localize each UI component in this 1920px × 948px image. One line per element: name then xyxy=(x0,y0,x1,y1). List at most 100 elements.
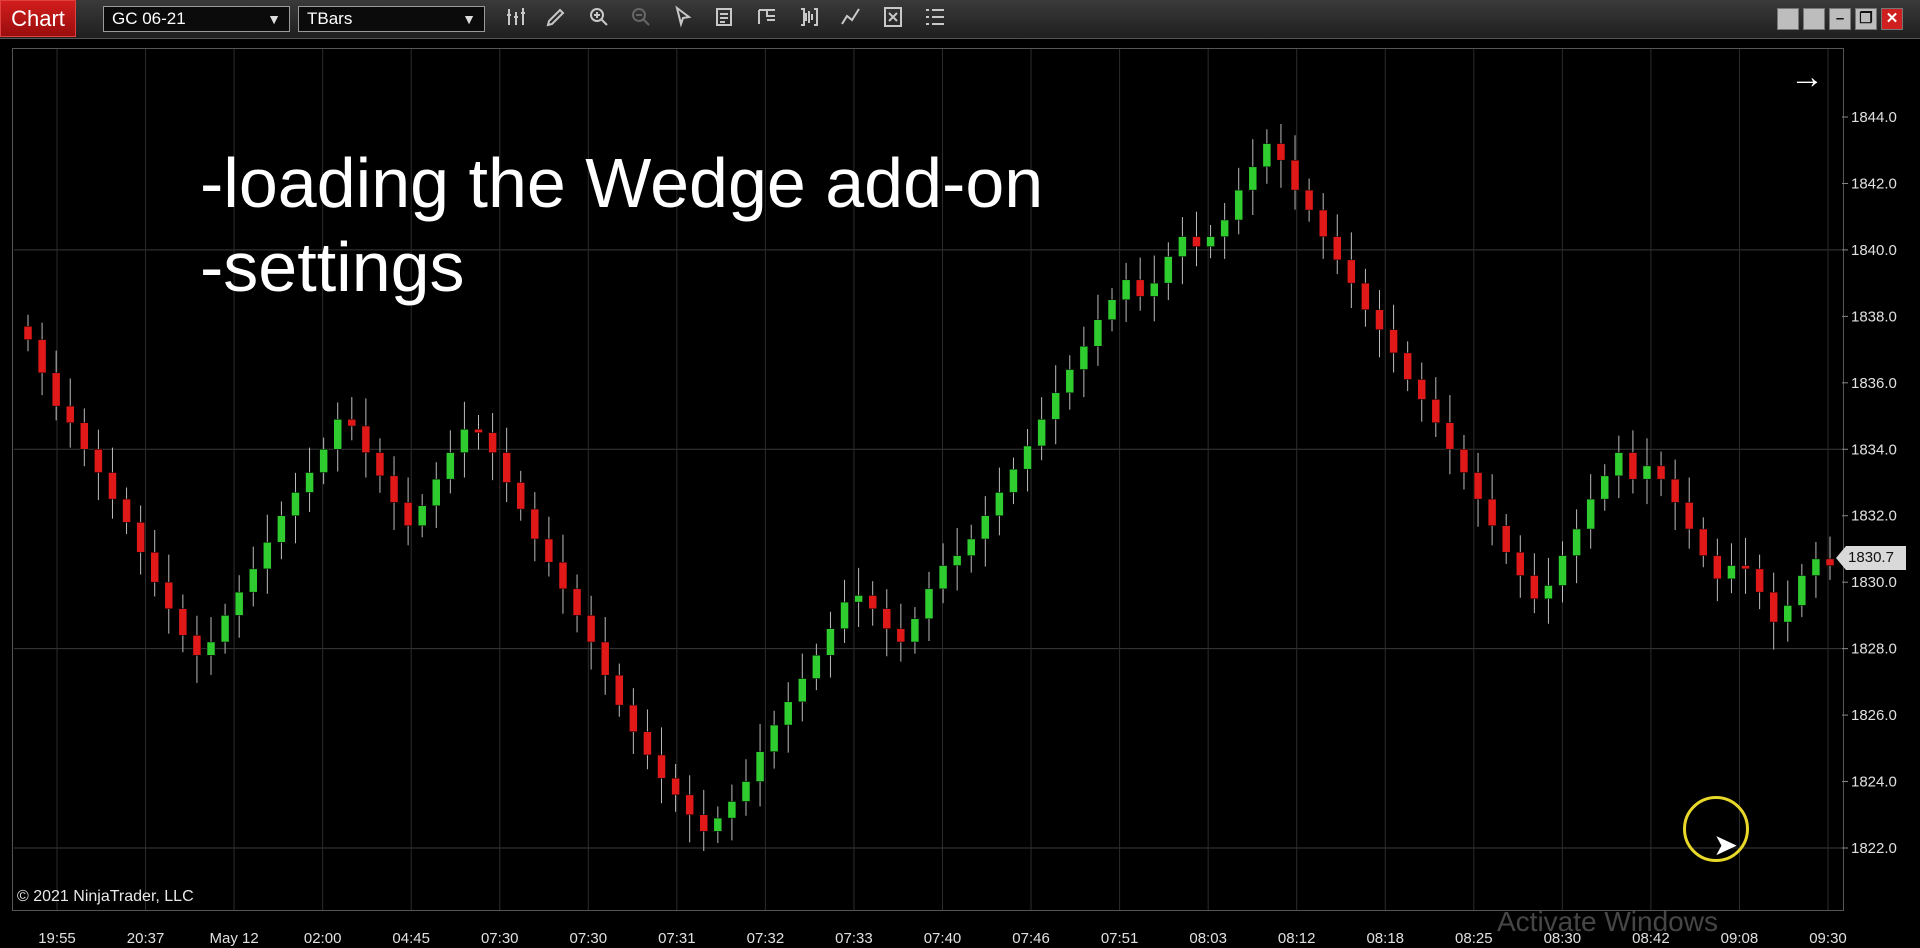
candle xyxy=(854,567,863,628)
x-tick-label: 07:33 xyxy=(835,930,873,947)
candle xyxy=(1150,255,1159,322)
candle xyxy=(389,456,399,531)
candle-body xyxy=(1445,422,1455,450)
candle-body xyxy=(474,429,483,433)
candle xyxy=(375,438,385,493)
candle-body xyxy=(727,801,737,819)
candle xyxy=(755,724,765,807)
candle xyxy=(1023,429,1032,492)
arrow-right-icon[interactable]: → xyxy=(1790,58,1824,97)
candle-body xyxy=(629,704,638,732)
y-tick-label: 1838.0 xyxy=(1851,308,1897,325)
candle xyxy=(671,763,680,812)
y-tick-label: 1836.0 xyxy=(1851,375,1897,392)
candle xyxy=(952,528,962,591)
candle xyxy=(643,709,652,770)
candle-body xyxy=(699,814,708,832)
candle xyxy=(319,437,328,485)
candle xyxy=(1403,341,1412,392)
candle-body xyxy=(798,678,807,703)
candle xyxy=(1769,572,1778,650)
candle xyxy=(1304,178,1314,222)
candle-body xyxy=(1361,282,1370,310)
candle-body xyxy=(755,751,765,782)
candle-body xyxy=(94,449,103,473)
x-tick-label: 20:37 xyxy=(127,930,165,947)
candle xyxy=(798,653,807,722)
candle-body xyxy=(1262,143,1272,168)
candle xyxy=(812,643,821,691)
x-tick-label: 07:30 xyxy=(570,930,608,947)
x-tick-label: 09:08 xyxy=(1721,930,1759,947)
candle-body xyxy=(812,655,821,679)
price-axis: 1844.0 1842.0 1840.0 1838.0 1836.0 1834.0 1832… xyxy=(1842,109,1897,857)
candle xyxy=(938,543,948,604)
copyright-text: © 2021 NinjaTrader, LLC xyxy=(17,888,194,905)
y-tick-label: 1830.0 xyxy=(1851,574,1897,591)
candle xyxy=(1727,543,1736,594)
candle xyxy=(1121,262,1131,323)
candle-body xyxy=(840,601,849,629)
candle xyxy=(685,775,694,843)
candle xyxy=(502,427,511,503)
candle-body xyxy=(122,498,131,523)
candle xyxy=(1558,541,1567,603)
candle-body xyxy=(1417,379,1426,400)
candle-body xyxy=(910,618,920,643)
candle xyxy=(1600,464,1609,511)
candle-body xyxy=(347,419,357,427)
candle xyxy=(1051,365,1060,445)
candle-body xyxy=(1234,189,1243,221)
x-tick-label: 07:31 xyxy=(658,930,696,947)
candle-body xyxy=(1473,472,1483,500)
candle-body xyxy=(643,731,652,756)
candle-body xyxy=(291,492,300,516)
candle-body xyxy=(1304,189,1314,211)
candle-body xyxy=(1670,478,1680,503)
candle-body xyxy=(1009,468,1018,493)
candle xyxy=(432,462,441,529)
candle xyxy=(1445,395,1455,475)
candle-body xyxy=(1614,452,1624,477)
candle-body xyxy=(1769,591,1778,623)
candle-body xyxy=(1459,449,1469,473)
candle xyxy=(713,806,723,844)
mouse-cursor-icon: ➤ xyxy=(1713,829,1739,862)
candle-body xyxy=(220,615,230,643)
candle xyxy=(600,617,610,695)
candle-body xyxy=(80,422,89,450)
candle-body xyxy=(981,515,990,540)
candle-body xyxy=(1600,475,1609,500)
candle-body xyxy=(544,538,554,563)
candle-body xyxy=(305,472,314,493)
candle-body xyxy=(1699,528,1708,556)
candle-body xyxy=(1656,465,1666,480)
candle-body xyxy=(1628,452,1638,480)
candle-body xyxy=(1192,236,1201,247)
candle xyxy=(1614,435,1624,499)
candle xyxy=(263,514,272,594)
candle-body xyxy=(417,505,427,526)
candle xyxy=(1290,135,1300,210)
candle xyxy=(1755,554,1764,610)
candle-body xyxy=(1065,369,1075,394)
candle xyxy=(1375,290,1384,358)
candle xyxy=(572,574,582,633)
candlestick-chart[interactable]: 1844.0 1842.0 1840.0 1838.0 1836.0 1834.0 1832… xyxy=(0,0,1920,948)
candle xyxy=(347,397,357,441)
candle xyxy=(1417,362,1426,422)
candle xyxy=(1586,474,1595,549)
candle xyxy=(122,487,131,535)
candle xyxy=(1009,457,1018,505)
candle xyxy=(727,784,737,841)
candle-body xyxy=(685,794,694,816)
candle-body xyxy=(333,419,342,450)
candle-body xyxy=(741,781,751,802)
candle-body xyxy=(615,674,624,706)
candle xyxy=(981,496,990,567)
candle-body xyxy=(1684,502,1694,530)
candle xyxy=(1192,211,1201,267)
candle xyxy=(1544,557,1553,624)
candle xyxy=(1459,434,1469,490)
candle xyxy=(305,447,314,513)
